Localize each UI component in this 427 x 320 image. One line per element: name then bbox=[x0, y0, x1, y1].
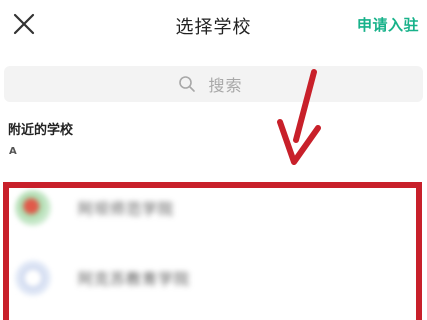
search-placeholder: 搜索 bbox=[208, 76, 243, 95]
school-list: 阿坝师范学院 阿克苏教育学院 bbox=[0, 176, 427, 320]
search-input[interactable]: 搜索 bbox=[4, 66, 423, 102]
index-letter: A bbox=[9, 146, 17, 157]
school-name: 阿坝师范学院 bbox=[78, 199, 175, 218]
school-list-item[interactable]: 阿克苏教育学院 bbox=[0, 246, 427, 310]
school-list-item[interactable]: 阿坝师范学院 bbox=[0, 176, 427, 240]
school-logo-icon bbox=[15, 190, 51, 226]
search-section: 搜索 bbox=[0, 54, 427, 116]
school-logo-icon bbox=[15, 260, 51, 296]
top-bar: 选择学校 申请入驻 bbox=[0, 0, 427, 54]
nearby-schools-heading: 附近的学校 bbox=[8, 123, 74, 138]
apply-join-button[interactable]: 申请入驻 bbox=[357, 14, 419, 35]
school-name: 阿克苏教育学院 bbox=[78, 269, 191, 288]
search-icon bbox=[178, 74, 198, 94]
